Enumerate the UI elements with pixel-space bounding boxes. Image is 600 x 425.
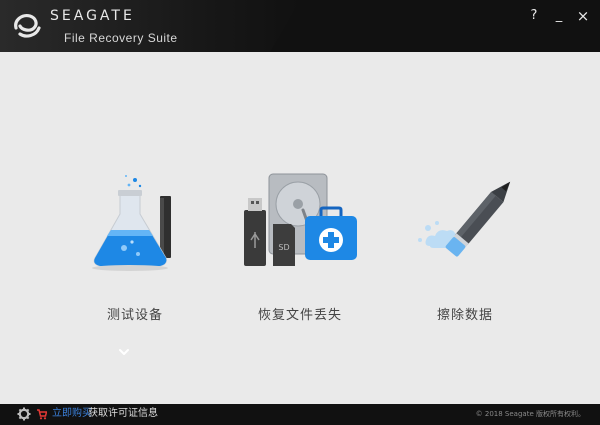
app-subtitle: File Recovery Suite — [64, 31, 178, 45]
test-device-label: 测试设备 — [106, 308, 163, 323]
seagate-logo-icon — [14, 14, 41, 38]
erase-data-label: 擦除数据 — [436, 308, 493, 323]
recover-files-card[interactable]: SD 恢复文件丢失 — [225, 168, 375, 328]
title-bar: SEAGATE File Recovery Suite ? _ × — [0, 0, 600, 52]
buy-now-link[interactable]: 立即购买 — [52, 406, 92, 422]
close-button[interactable]: × — [573, 8, 593, 24]
copyright-text: © 2018 Seagate 版权所有权利。 — [475, 410, 585, 418]
help-button[interactable]: ? — [524, 8, 544, 24]
brand-name: SEAGATE — [50, 8, 135, 24]
minimize-button[interactable]: _ — [549, 8, 569, 24]
pencil-icon — [418, 181, 511, 257]
erase-data-card[interactable]: 擦除数据 — [390, 168, 540, 328]
svg-text:SD: SD — [278, 243, 289, 252]
recovery-icon: SD — [244, 173, 357, 266]
license-info-link[interactable]: 获取许可证信息 — [88, 406, 158, 422]
flask-icon — [92, 175, 171, 271]
recover-files-label: 恢复文件丢失 — [257, 308, 342, 323]
test-device-card[interactable]: 测试设备 — [60, 168, 210, 328]
chevron-down-icon[interactable] — [117, 346, 131, 358]
gear-icon[interactable] — [17, 407, 31, 421]
cart-icon — [37, 409, 47, 420]
